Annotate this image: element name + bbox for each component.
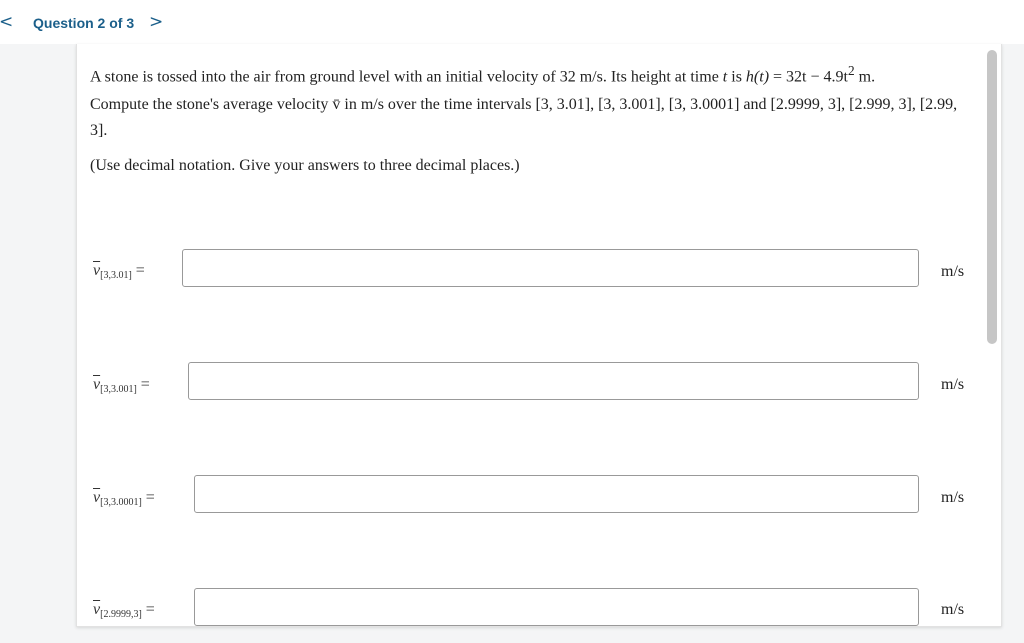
answer-input-3[interactable] xyxy=(194,475,919,513)
equals-sign: = xyxy=(145,601,155,618)
answer-label-1: v[3,3.01] = xyxy=(93,262,145,281)
answer-input-4[interactable] xyxy=(194,588,919,626)
equals-sign: = xyxy=(135,262,145,279)
answer-input-2[interactable] xyxy=(188,362,919,400)
answer-label-2: v[3,3.001] = xyxy=(93,376,150,395)
question-navigation: < Question 2 of 3 > xyxy=(0,0,1024,44)
next-question-icon[interactable]: > xyxy=(149,12,163,32)
interval-subscript: [3,3.001] xyxy=(100,384,137,395)
scrollbar-thumb[interactable] xyxy=(987,50,997,344)
question-note: (Use decimal notation. Give your answers… xyxy=(90,157,520,174)
question-instructions: Compute the stone's average velocity v̄ … xyxy=(90,96,958,139)
interval-subscript: [2.9999,3] xyxy=(100,609,142,620)
statement-text: A stone is tossed into the air from grou… xyxy=(90,68,723,86)
question-counter: Question 2 of 3 xyxy=(33,15,135,31)
question-statement: A stone is tossed into the air from grou… xyxy=(90,58,970,90)
height-function: h(t) xyxy=(745,68,770,86)
unit-label-1: m/s xyxy=(941,263,965,280)
answer-input-1[interactable] xyxy=(182,249,919,287)
previous-question-icon[interactable]: < xyxy=(0,12,13,32)
unit-label-2: m/s xyxy=(941,376,965,393)
height-equation: = 32t − 4.9t xyxy=(769,68,848,86)
unit-label-3: m/s xyxy=(941,489,965,506)
equals-sign: = xyxy=(145,489,155,506)
answer-label-3: v[3,3.0001] = xyxy=(93,489,155,508)
statement-unit: m. xyxy=(854,68,876,86)
unit-label-4: m/s xyxy=(941,601,965,618)
statement-text-is: is xyxy=(727,68,746,86)
interval-subscript: [3,3.0001] xyxy=(100,497,142,508)
answer-label-4: v[2.9999,3] = xyxy=(93,601,155,620)
exponent: 2 xyxy=(847,63,855,78)
equals-sign: = xyxy=(140,376,150,393)
interval-subscript: [3,3.01] xyxy=(100,270,132,281)
